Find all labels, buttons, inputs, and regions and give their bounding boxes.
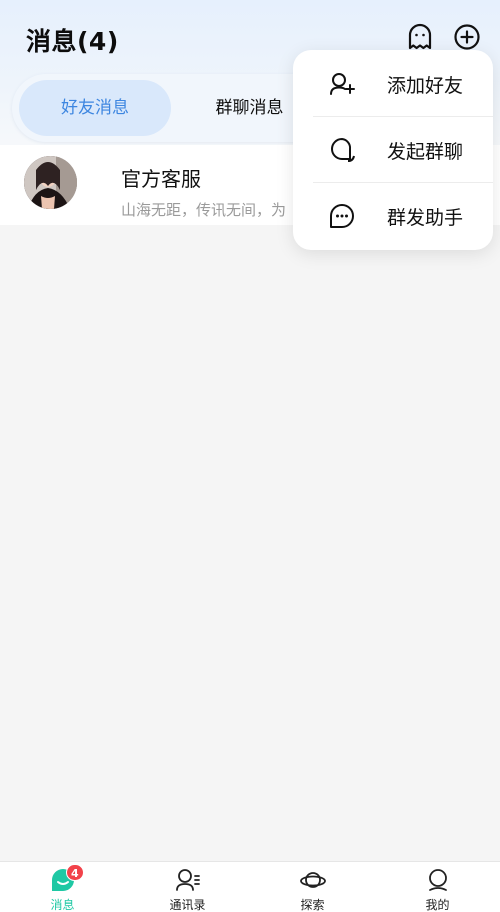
- menu-item-add-friend[interactable]: 添加好友: [293, 51, 493, 117]
- chat-bubbles-icon: [328, 136, 356, 164]
- plus-circle-icon[interactable]: [452, 22, 482, 52]
- contacts-icon: [175, 867, 201, 893]
- profile-icon: [425, 867, 451, 893]
- menu-item-label: 发起群聊: [387, 141, 464, 163]
- avatar: [24, 156, 77, 209]
- unread-badge: 4: [66, 864, 84, 881]
- page-title: 消息(4): [26, 27, 119, 56]
- nav-item-explore[interactable]: 探索: [250, 862, 375, 912]
- ghost-icon[interactable]: [405, 22, 435, 52]
- nav-item-profile[interactable]: 我的: [375, 862, 500, 912]
- nav-label: 通讯录: [169, 898, 206, 912]
- bottom-nav: 4 消息 通讯录 探索 我的: [0, 861, 500, 912]
- nav-item-messages[interactable]: 4 消息: [0, 862, 125, 912]
- menu-item-label: 添加好友: [387, 75, 464, 97]
- tab-friend-messages[interactable]: 好友消息: [19, 80, 171, 136]
- nav-label: 我的: [425, 898, 450, 912]
- add-user-icon: [328, 70, 356, 98]
- conversation-name: 官方客服: [121, 167, 201, 191]
- menu-item-label: 群发助手: [387, 207, 464, 229]
- chat-dots-icon: [328, 202, 356, 230]
- menu-item-mass-message[interactable]: 群发助手: [293, 183, 493, 249]
- nav-item-contacts[interactable]: 通讯录: [125, 862, 250, 912]
- menu-item-start-group-chat[interactable]: 发起群聊: [293, 117, 493, 183]
- popup-menu: 添加好友 发起群聊 群发助手: [293, 50, 493, 250]
- planet-icon: [299, 867, 326, 893]
- nav-label: 探索: [300, 898, 325, 912]
- nav-label: 消息: [50, 898, 75, 912]
